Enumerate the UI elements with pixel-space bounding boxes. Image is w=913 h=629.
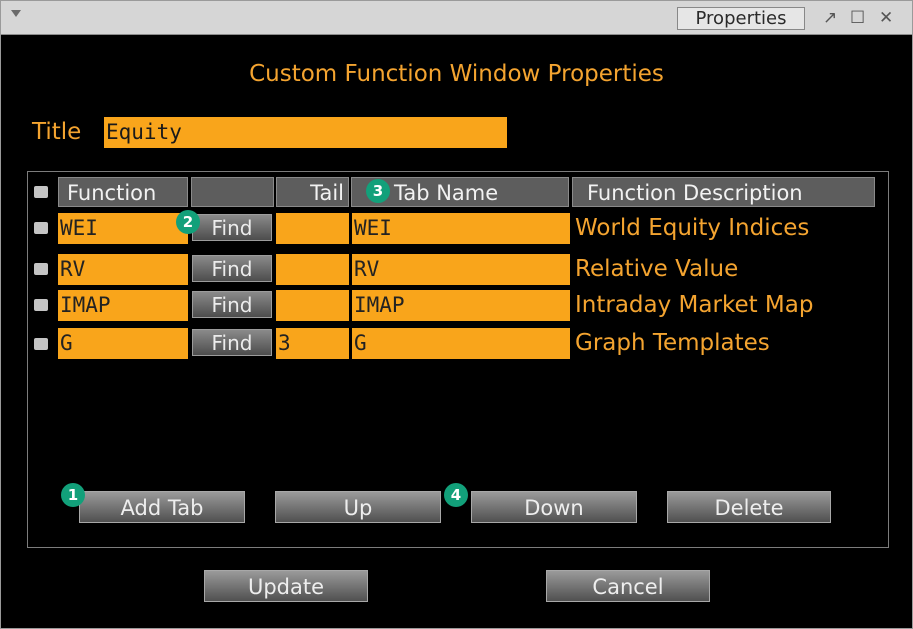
function-cell[interactable]: IMAP: [58, 290, 188, 321]
row-selector[interactable]: [34, 222, 48, 234]
tab-name-cell[interactable]: RV: [352, 254, 570, 285]
tail-cell[interactable]: 3: [276, 328, 349, 359]
pop-out-icon[interactable]: ↗: [823, 9, 837, 27]
function-cell[interactable]: WEI: [58, 213, 188, 244]
callout-badge-2: 2: [176, 210, 200, 234]
update-button[interactable]: Update: [204, 570, 368, 602]
row-selector[interactable]: [34, 263, 48, 275]
cancel-button[interactable]: Cancel: [546, 570, 710, 602]
callout-badge-3: 3: [366, 179, 390, 203]
description-cell: Intraday Market Map: [575, 292, 814, 318]
column-header-find: [191, 177, 274, 207]
column-header-description: Function Description: [572, 177, 875, 207]
description-cell: Graph Templates: [575, 330, 770, 356]
dialog-heading: Custom Function Window Properties: [249, 61, 664, 87]
close-icon[interactable]: ✕: [879, 9, 893, 27]
title-label: Title: [32, 119, 82, 145]
function-cell[interactable]: G: [58, 328, 188, 359]
select-all-checkbox[interactable]: [34, 186, 48, 198]
find-button[interactable]: Find: [192, 255, 272, 282]
window-menu-icon[interactable]: [11, 10, 21, 17]
tail-cell[interactable]: [276, 254, 349, 285]
delete-button[interactable]: Delete: [667, 491, 831, 523]
description-cell: Relative Value: [575, 256, 739, 282]
tab-name-cell[interactable]: IMAP: [352, 290, 570, 321]
tab-name-cell[interactable]: WEI: [352, 213, 570, 244]
callout-badge-4: 4: [444, 483, 468, 507]
title-input[interactable]: Equity: [104, 117, 507, 148]
row-selector[interactable]: [34, 338, 48, 350]
column-header-tail: Tail: [276, 177, 349, 207]
description-cell: World Equity Indices: [575, 215, 810, 241]
callout-badge-1: 1: [61, 483, 85, 507]
add-tab-button[interactable]: Add Tab: [79, 491, 245, 523]
title-bar: Properties ↗ ☐ ✕: [1, 1, 912, 35]
properties-tab[interactable]: Properties: [677, 7, 805, 30]
column-header-function: Function: [58, 177, 188, 207]
tail-cell[interactable]: [276, 290, 349, 321]
up-button[interactable]: Up: [275, 491, 441, 523]
down-button[interactable]: Down: [471, 491, 637, 523]
find-button[interactable]: Find: [192, 291, 272, 318]
tail-cell[interactable]: [276, 213, 349, 244]
find-button[interactable]: Find: [192, 214, 272, 241]
tab-name-cell[interactable]: G: [352, 328, 570, 359]
properties-window: Properties ↗ ☐ ✕ Custom Function Window …: [0, 0, 913, 629]
row-selector[interactable]: [34, 299, 48, 311]
function-cell[interactable]: RV: [58, 254, 188, 285]
find-button[interactable]: Find: [192, 329, 272, 356]
maximize-icon[interactable]: ☐: [850, 9, 865, 27]
